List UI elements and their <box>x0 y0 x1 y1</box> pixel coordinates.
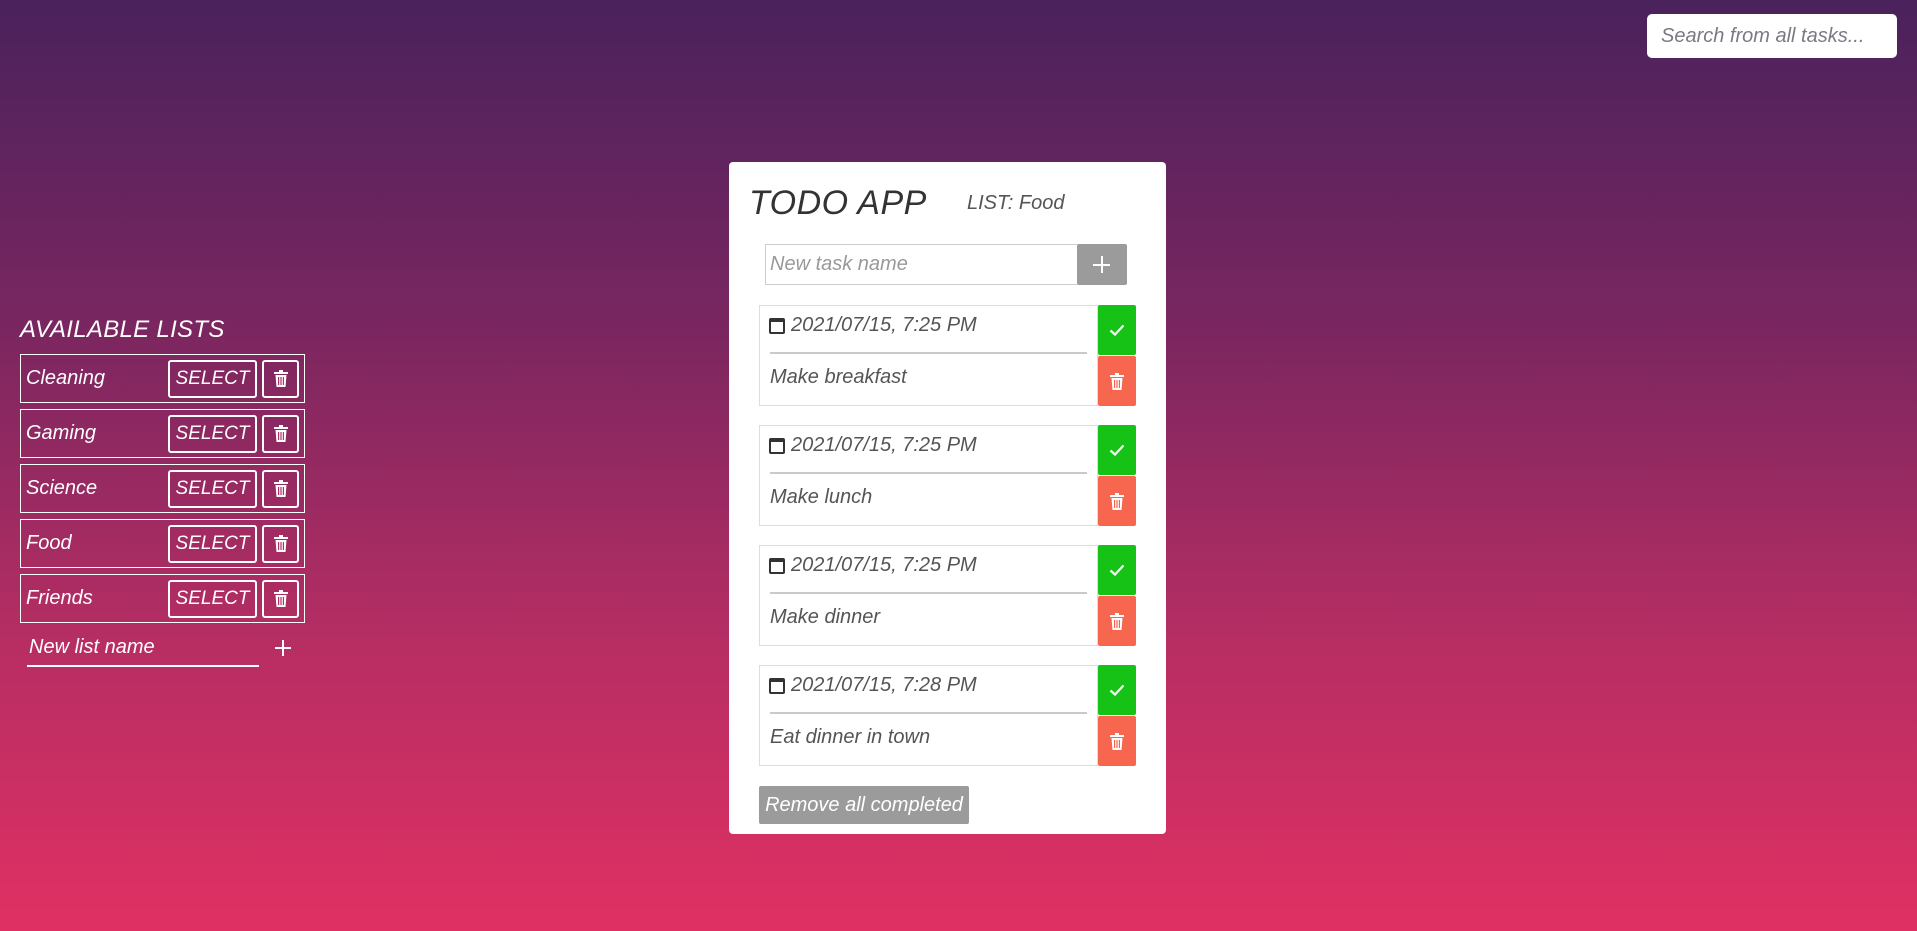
task-date: 2021/07/15, 7:25 PM <box>769 434 977 457</box>
task-body: 2021/07/15, 7:25 PM Make breakfast <box>759 305 1098 406</box>
remove-all-completed-button[interactable]: Remove all completed <box>759 786 969 824</box>
delete-list-button[interactable] <box>262 579 299 618</box>
list-item-food: Food SELECT <box>20 519 305 568</box>
list-item-cleaning: Cleaning SELECT <box>20 354 305 403</box>
complete-task-button[interactable] <box>1098 665 1136 715</box>
delete-task-button[interactable] <box>1098 716 1136 766</box>
new-task-form <box>765 244 1127 285</box>
trash-icon <box>1110 612 1124 630</box>
trash-icon <box>273 590 288 607</box>
task-item: 2021/07/15, 7:25 PM Make lunch <box>759 425 1138 526</box>
task-name: Eat dinner in town <box>770 726 931 748</box>
available-lists-panel: AVAILABLE LISTS Cleaning SELECT Gaming S… <box>20 316 305 667</box>
trash-icon <box>1110 372 1124 390</box>
add-task-button[interactable] <box>1077 244 1127 285</box>
select-list-button[interactable]: SELECT <box>168 524 257 563</box>
task-date: 2021/07/15, 7:25 PM <box>769 554 977 577</box>
task-date-text: 2021/07/15, 7:25 PM <box>791 554 977 576</box>
list-item-name: Friends <box>26 587 93 609</box>
check-icon <box>1109 564 1125 576</box>
task-body: 2021/07/15, 7:28 PM Eat dinner in town <box>759 665 1098 766</box>
calendar-icon <box>769 437 785 454</box>
delete-list-button[interactable] <box>262 359 299 398</box>
task-divider <box>770 472 1087 474</box>
list-item-name: Gaming <box>26 422 97 444</box>
task-divider <box>770 592 1087 594</box>
trash-icon <box>273 370 288 387</box>
trash-icon <box>273 480 288 497</box>
task-date-text: 2021/07/15, 7:25 PM <box>791 314 977 336</box>
task-body: 2021/07/15, 7:25 PM Make dinner <box>759 545 1098 646</box>
new-list-input[interactable] <box>27 629 259 667</box>
task-date-text: 2021/07/15, 7:25 PM <box>791 434 977 456</box>
select-list-button[interactable]: SELECT <box>168 359 257 398</box>
todo-card: TODO APP LIST: Food 2021/07/15, 7:25 PM … <box>729 162 1166 834</box>
delete-list-button[interactable] <box>262 469 299 508</box>
trash-icon <box>1110 732 1124 750</box>
list-item-name: Food <box>26 532 72 554</box>
select-list-button[interactable]: SELECT <box>168 414 257 453</box>
list-item-name: Science <box>26 477 98 499</box>
list-item-science: Science SELECT <box>20 464 305 513</box>
search-input[interactable] <box>1647 14 1897 58</box>
new-list-form <box>20 629 305 667</box>
task-date: 2021/07/15, 7:28 PM <box>769 674 977 697</box>
current-list-label: LIST: Food <box>967 192 1065 214</box>
list-item-gaming: Gaming SELECT <box>20 409 305 458</box>
trash-icon <box>273 535 288 552</box>
check-icon <box>1109 684 1125 696</box>
check-icon <box>1109 324 1125 336</box>
task-name: Make breakfast <box>770 366 907 388</box>
calendar-icon <box>769 677 785 694</box>
delete-task-button[interactable] <box>1098 596 1136 646</box>
delete-list-button[interactable] <box>262 414 299 453</box>
task-date: 2021/07/15, 7:25 PM <box>769 314 977 337</box>
calendar-icon <box>769 557 785 574</box>
task-item: 2021/07/15, 7:25 PM Make dinner <box>759 545 1138 646</box>
task-divider <box>770 712 1087 714</box>
task-item: 2021/07/15, 7:28 PM Eat dinner in town <box>759 665 1138 766</box>
complete-task-button[interactable] <box>1098 425 1136 475</box>
complete-task-button[interactable] <box>1098 305 1136 355</box>
new-task-input[interactable] <box>765 244 1077 285</box>
select-list-button[interactable]: SELECT <box>168 579 257 618</box>
complete-task-button[interactable] <box>1098 545 1136 595</box>
list-item-name: Cleaning <box>26 367 105 389</box>
available-lists-title: AVAILABLE LISTS <box>20 316 225 343</box>
check-icon <box>1109 444 1125 456</box>
delete-list-button[interactable] <box>262 524 299 563</box>
select-list-button[interactable]: SELECT <box>168 469 257 508</box>
list-item-friends: Friends SELECT <box>20 574 305 623</box>
trash-icon <box>273 425 288 442</box>
task-name: Make dinner <box>770 606 881 628</box>
delete-task-button[interactable] <box>1098 476 1136 526</box>
add-list-button[interactable] <box>273 638 293 658</box>
trash-icon <box>1110 492 1124 510</box>
task-date-text: 2021/07/15, 7:28 PM <box>791 674 977 696</box>
calendar-icon <box>769 317 785 334</box>
task-name: Make lunch <box>770 486 873 508</box>
task-divider <box>770 352 1087 354</box>
task-item: 2021/07/15, 7:25 PM Make breakfast <box>759 305 1138 406</box>
app-title: TODO APP <box>749 184 927 222</box>
delete-task-button[interactable] <box>1098 356 1136 406</box>
task-body: 2021/07/15, 7:25 PM Make lunch <box>759 425 1098 526</box>
